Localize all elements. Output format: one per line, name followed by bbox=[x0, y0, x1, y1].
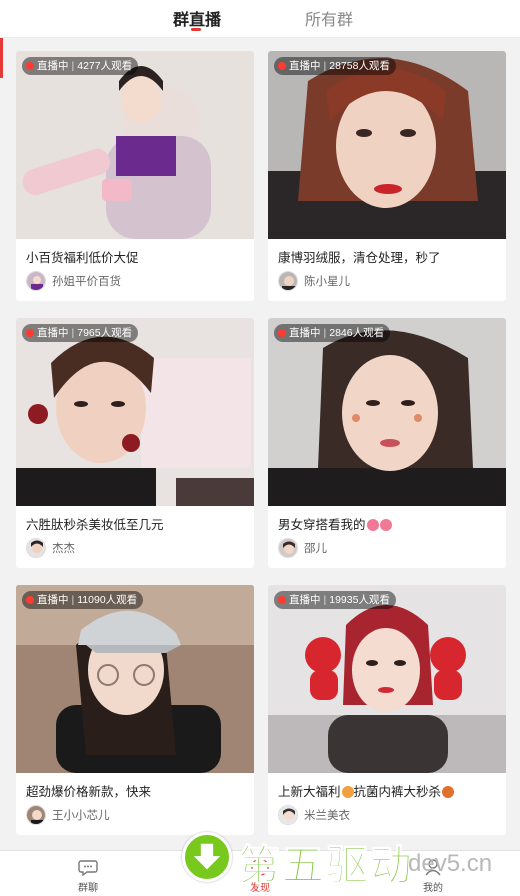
live-card[interactable]: 直播中 | 7965 人观看 六胜肽秒杀美妆低至几元 杰杰 bbox=[16, 318, 254, 568]
viewer-count: 2846 bbox=[329, 327, 353, 339]
host-name: 孙姐平价百货 bbox=[52, 276, 121, 288]
live-dot-icon bbox=[278, 62, 286, 70]
host-info[interactable]: 王小小芯儿 bbox=[26, 805, 110, 825]
live-cover-image[interactable]: 直播中 | 2846 人观看 bbox=[268, 318, 506, 506]
live-status-badge: 直播中 | 19935 人观看 bbox=[274, 591, 396, 609]
live-status-badge: 直播中 | 11090 人观看 bbox=[22, 591, 144, 609]
card-title[interactable]: 六胜肽秒杀美妆低至几元 bbox=[26, 514, 246, 533]
card-title[interactable]: 小百货福利低价大促 bbox=[26, 247, 246, 266]
live-cover-image[interactable]: 直播中 | 7965 人观看 bbox=[16, 318, 254, 506]
live-status-badge: 直播中 | 28758 人观看 bbox=[274, 57, 396, 75]
avatar[interactable] bbox=[26, 805, 46, 825]
chat-bubble-icon bbox=[78, 860, 98, 877]
live-card[interactable]: 直播中 | 28758 人观看 康博羽绒服，清仓处理，秒了 陈小星儿 bbox=[268, 51, 506, 301]
kiss-emoji-icon bbox=[379, 519, 392, 531]
viewer-count: 7965 bbox=[77, 327, 101, 339]
host-info[interactable]: 米兰美衣 bbox=[278, 805, 350, 825]
avatar[interactable] bbox=[278, 805, 298, 825]
viewer-count: 11090 bbox=[77, 594, 106, 606]
host-name: 杰杰 bbox=[52, 543, 75, 555]
kiss-emoji-icon bbox=[366, 519, 379, 531]
live-card[interactable]: 直播中 | 11090 人观看 超劲爆价格新款，快来 王小小芯儿 bbox=[16, 585, 254, 835]
card-title[interactable]: 超劲爆价格新款，快来 bbox=[26, 781, 246, 800]
host-name: 米兰美衣 bbox=[304, 810, 350, 822]
host-info[interactable]: 陈小星儿 bbox=[278, 271, 350, 291]
tab-all-groups[interactable]: 所有群 bbox=[305, 6, 353, 30]
live-cover-image[interactable]: 直播中 | 28758 人观看 bbox=[268, 51, 506, 239]
card-title[interactable]: 男女穿搭看我的 bbox=[278, 514, 498, 533]
live-status-badge: 直播中 | 2846 人观看 bbox=[274, 324, 391, 342]
top-tab-bar: 群直播 所有群 bbox=[0, 0, 520, 38]
avatar[interactable] bbox=[278, 538, 298, 558]
left-edge-marker bbox=[0, 38, 3, 78]
live-dot-icon bbox=[26, 329, 34, 337]
live-dot-icon bbox=[26, 596, 34, 604]
live-cover-image[interactable]: 直播中 | 11090 人观看 bbox=[16, 585, 254, 773]
avatar[interactable] bbox=[26, 271, 46, 291]
avatar[interactable] bbox=[26, 538, 46, 558]
bottom-navigation: 群聊 发现 我的 bbox=[0, 850, 520, 896]
viewer-count: 19935 bbox=[329, 594, 359, 606]
viewer-count: 28758 bbox=[329, 60, 359, 72]
card-title[interactable]: 上新大福利 抗菌内裤大秒杀 bbox=[278, 781, 498, 800]
host-info[interactable]: 邵儿 bbox=[278, 538, 327, 558]
tab-group-live[interactable]: 群直播 bbox=[173, 6, 221, 30]
live-card[interactable]: 直播中 | 4277 人观看 小百货福利低价大促 孙姐平价百货 bbox=[16, 51, 254, 301]
live-cover-image[interactable]: 直播中 | 19935 人观看 bbox=[268, 585, 506, 773]
nav-discover[interactable]: 发现 bbox=[230, 855, 290, 895]
live-status-badge: 直播中 | 7965 人观看 bbox=[22, 324, 139, 342]
live-card[interactable]: 直播中 | 19935 人观看 上新大福利 抗菌内裤大秒杀 米兰美衣 bbox=[268, 585, 506, 835]
host-name: 王小小芯儿 bbox=[52, 810, 110, 822]
live-dot-icon bbox=[26, 62, 34, 70]
active-tab-indicator bbox=[191, 28, 201, 31]
live-cover-image[interactable]: 直播中 | 4277 人观看 bbox=[16, 51, 254, 239]
nav-group-chat[interactable]: 群聊 bbox=[58, 855, 118, 895]
live-dot-icon bbox=[278, 596, 286, 604]
live-card[interactable]: 直播中 | 2846 人观看 男女穿搭看我的 邵儿 bbox=[268, 318, 506, 568]
viewer-count: 4277 bbox=[77, 60, 101, 72]
host-info[interactable]: 杰杰 bbox=[26, 538, 75, 558]
discover-icon bbox=[251, 858, 269, 876]
live-dot-icon bbox=[278, 329, 286, 337]
host-name: 陈小星儿 bbox=[304, 276, 350, 288]
nav-profile[interactable]: 我的 bbox=[403, 855, 463, 895]
host-info[interactable]: 孙姐平价百货 bbox=[26, 271, 121, 291]
live-status-badge: 直播中 | 4277 人观看 bbox=[22, 57, 139, 75]
flower-emoji-icon bbox=[341, 786, 354, 798]
profile-icon bbox=[425, 859, 441, 876]
avatar[interactable] bbox=[278, 271, 298, 291]
host-name: 邵儿 bbox=[304, 543, 327, 555]
card-title[interactable]: 康博羽绒服，清仓处理，秒了 bbox=[278, 247, 498, 266]
money-bag-emoji-icon bbox=[442, 786, 455, 798]
